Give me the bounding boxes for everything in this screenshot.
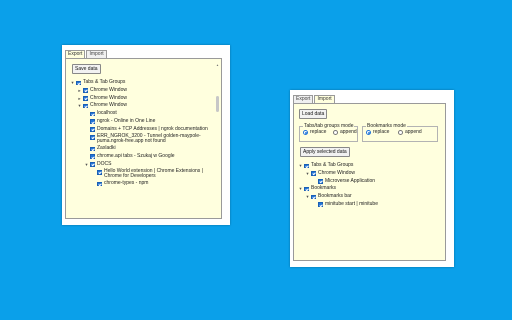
tree-item-label: Microverse Application	[325, 177, 376, 184]
tree-item: ▾ Tabs & Tab Groups	[298, 162, 435, 170]
tree-item: localhost	[70, 110, 211, 118]
import-panel: Load data Tabs/tab groups mode replace a…	[293, 103, 446, 261]
tab-export[interactable]: Export	[65, 50, 86, 58]
tree-item-checkbox[interactable]	[311, 194, 316, 200]
tree-item: chrome-types - npm	[70, 180, 211, 188]
apply-selected-data-button[interactable]: Apply selected data	[300, 147, 350, 157]
load-data-button[interactable]: Load data	[299, 109, 328, 119]
tree-item-label: minitube start | minitube	[325, 200, 378, 207]
scrollbar-thumb[interactable]	[216, 96, 219, 112]
collapse-chevron-icon[interactable]: ▾	[70, 79, 75, 87]
tree-item: ERR_NGROK_3200 - Tunnel golden-maypole-p…	[70, 133, 211, 146]
tree-item-checkbox[interactable]	[90, 111, 95, 117]
tree-item-label: Tabs & Tab Groups	[311, 162, 354, 168]
tree-item: ngrok - Online in One Line	[70, 118, 211, 126]
tree-item-checkbox[interactable]	[83, 103, 88, 109]
tree-item-label: Bookmarks	[311, 185, 337, 192]
tab-import[interactable]: Import	[86, 50, 107, 58]
collapse-chevron-icon[interactable]: ▾	[298, 162, 303, 170]
tree-item: chrome.api tabs - Szukaj w Google	[70, 153, 211, 161]
bookmarks-replace-label: replace	[373, 129, 390, 135]
tab-bar: Export Import	[293, 95, 336, 103]
tree-item-label: chrome-types - npm	[104, 180, 149, 187]
tree-item-checkbox[interactable]	[90, 135, 95, 140]
tree-item: ▾ Tabs & Tab Groups	[70, 79, 211, 87]
bookmarks-append-label: append	[405, 129, 422, 135]
tree-item-checkbox[interactable]	[318, 202, 323, 207]
tree-item: Hello World extension | Chrome Extension…	[70, 168, 211, 181]
tree-item-label: Chrome Window	[318, 169, 355, 176]
tree-item-label: Chrome Window	[90, 86, 127, 93]
collapse-chevron-icon[interactable]: ▾	[298, 185, 303, 193]
tree-item-checkbox[interactable]	[83, 96, 88, 101]
collapse-chevron-icon[interactable]: ▾	[84, 161, 89, 169]
tree-item-checkbox[interactable]	[304, 163, 309, 168]
tree-item-checkbox[interactable]	[90, 146, 95, 152]
scroll-up-icon[interactable]: ▲	[215, 63, 220, 67]
tree-item-label: localhost	[97, 110, 117, 117]
tree-item-checkbox[interactable]	[318, 179, 323, 184]
tree-item-checkbox[interactable]	[304, 186, 309, 192]
bookmarks-replace-radio[interactable]	[366, 130, 371, 135]
tree-item-label: Hello World extension | Chrome Extension…	[104, 168, 203, 180]
tree-item-label: Tabs & Tab Groups	[83, 79, 126, 85]
tree-item-checkbox[interactable]	[97, 181, 102, 187]
tree-item-label: Chrome Window	[90, 102, 127, 109]
import-tree: ▾ Tabs & Tab Groups ▾ Chrome Window Microver…	[298, 162, 435, 258]
tree-item: ▸ Chrome Window	[70, 95, 211, 103]
tree-item-label: Bookmarks bar	[318, 193, 352, 200]
expand-chevron-icon[interactable]: ▸	[77, 95, 82, 103]
collapse-chevron-icon[interactable]: ▾	[77, 102, 82, 110]
collapse-chevron-icon[interactable]: ▾	[305, 193, 310, 201]
tab-groups-append-label: append	[340, 129, 357, 135]
tree-item-checkbox[interactable]	[311, 171, 316, 176]
tab-groups-append-radio[interactable]	[333, 130, 338, 135]
tree-item-checkbox[interactable]	[83, 88, 88, 93]
tree-item-checkbox[interactable]	[76, 80, 81, 85]
export-panel: Save data ▾ Tabs & Tab Groups ▸ Chrome Wind…	[65, 58, 222, 219]
tree-item: Zaxladki	[70, 145, 211, 153]
collapse-chevron-icon[interactable]: ▾	[305, 170, 310, 178]
tree-item: ▾ Bookmarks bar	[298, 193, 435, 201]
expand-chevron-icon[interactable]: ▸	[77, 87, 82, 95]
tab-groups-replace-label: replace	[310, 129, 327, 135]
tree-item-label: ERR_NGROK_3200 - Tunnel golden-maypole-p…	[97, 133, 201, 145]
tree-item-checkbox[interactable]	[90, 119, 95, 124]
tree-item-checkbox[interactable]	[90, 162, 95, 167]
tree-item-label: Chrome Window	[90, 94, 127, 101]
tree-item: Microverse Application	[298, 178, 435, 186]
import-window: Export Import Load data Tabs/tab groups …	[290, 90, 454, 267]
tab-bar: Export Import	[65, 50, 108, 58]
tree-item: ▾ Chrome Window	[298, 170, 435, 178]
export-window: Export Import Save data ▾ Tabs & Tab Grou…	[62, 45, 230, 225]
tree-item-label: Zaxladki	[97, 145, 116, 152]
tree-item-label: ngrok - Online in One Line	[97, 117, 156, 124]
tab-groups-replace-radio[interactable]	[303, 130, 308, 135]
tree-item: minitube start | minitube	[298, 201, 435, 209]
tree-item-checkbox[interactable]	[90, 154, 95, 159]
bookmarks-append-radio[interactable]	[398, 130, 403, 135]
tree-item: ▾ Bookmarks	[298, 185, 435, 193]
tree-item: ▾ Chrome Window	[70, 102, 211, 110]
tree-item: ▸ Chrome Window	[70, 87, 211, 95]
scrollbar[interactable]: ▲	[215, 63, 220, 217]
tree-item-checkbox[interactable]	[90, 127, 95, 132]
save-data-button[interactable]: Save data	[72, 64, 101, 74]
tree-item-label: chrome.api tabs - Szukaj w Google	[97, 152, 175, 159]
tab-import[interactable]: Import	[314, 95, 335, 103]
export-tree: ▾ Tabs & Tab Groups ▸ Chrome Window ▸ Chrome …	[70, 79, 211, 216]
bookmarks-mode-group: Bookmarks mode replace append	[362, 123, 438, 142]
tree-item-checkbox[interactable]	[97, 170, 102, 175]
tab-export[interactable]: Export	[293, 95, 314, 103]
tab-groups-mode-group: Tabs/tab groups mode replace append	[299, 123, 358, 142]
